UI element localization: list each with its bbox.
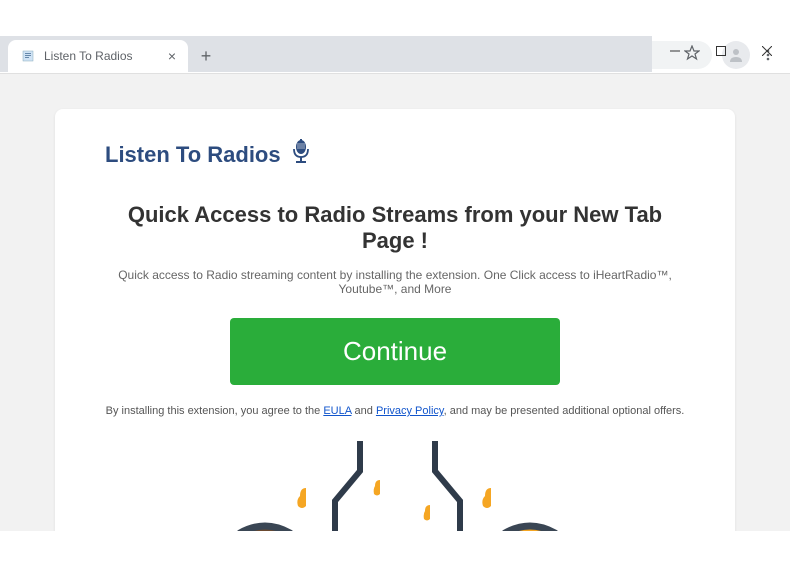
tab-title: Listen To Radios	[44, 49, 133, 63]
continue-button[interactable]: Continue	[230, 318, 560, 385]
tab-bar: Listen To Radios × +	[0, 36, 652, 72]
tab-close-icon[interactable]: ×	[168, 48, 176, 64]
page-subtext: Quick access to Radio streaming content …	[105, 268, 685, 296]
illustration	[105, 441, 685, 531]
microphone-icon	[291, 139, 311, 170]
page-headline: Quick Access to Radio Streams from your …	[105, 202, 685, 254]
minimize-button[interactable]	[652, 36, 698, 66]
privacy-policy-link[interactable]: Privacy Policy	[376, 405, 444, 417]
maximize-button[interactable]	[698, 36, 744, 66]
site-logo: Listen To Radios	[105, 139, 685, 170]
close-window-button[interactable]	[744, 36, 790, 66]
content-card: Listen To Radios Quick Access to Radio S…	[55, 109, 735, 531]
window-controls	[652, 36, 790, 72]
page-background: Listen To Radios Quick Access to Radio S…	[0, 74, 790, 531]
eula-link[interactable]: EULA	[323, 405, 351, 417]
logo-text: Listen To Radios	[105, 142, 281, 168]
disclaimer-text: By installing this extension, you agree …	[105, 403, 685, 421]
new-tab-button[interactable]: +	[192, 42, 220, 70]
tab-favicon	[20, 48, 36, 64]
browser-tab[interactable]: Listen To Radios ×	[8, 40, 188, 72]
